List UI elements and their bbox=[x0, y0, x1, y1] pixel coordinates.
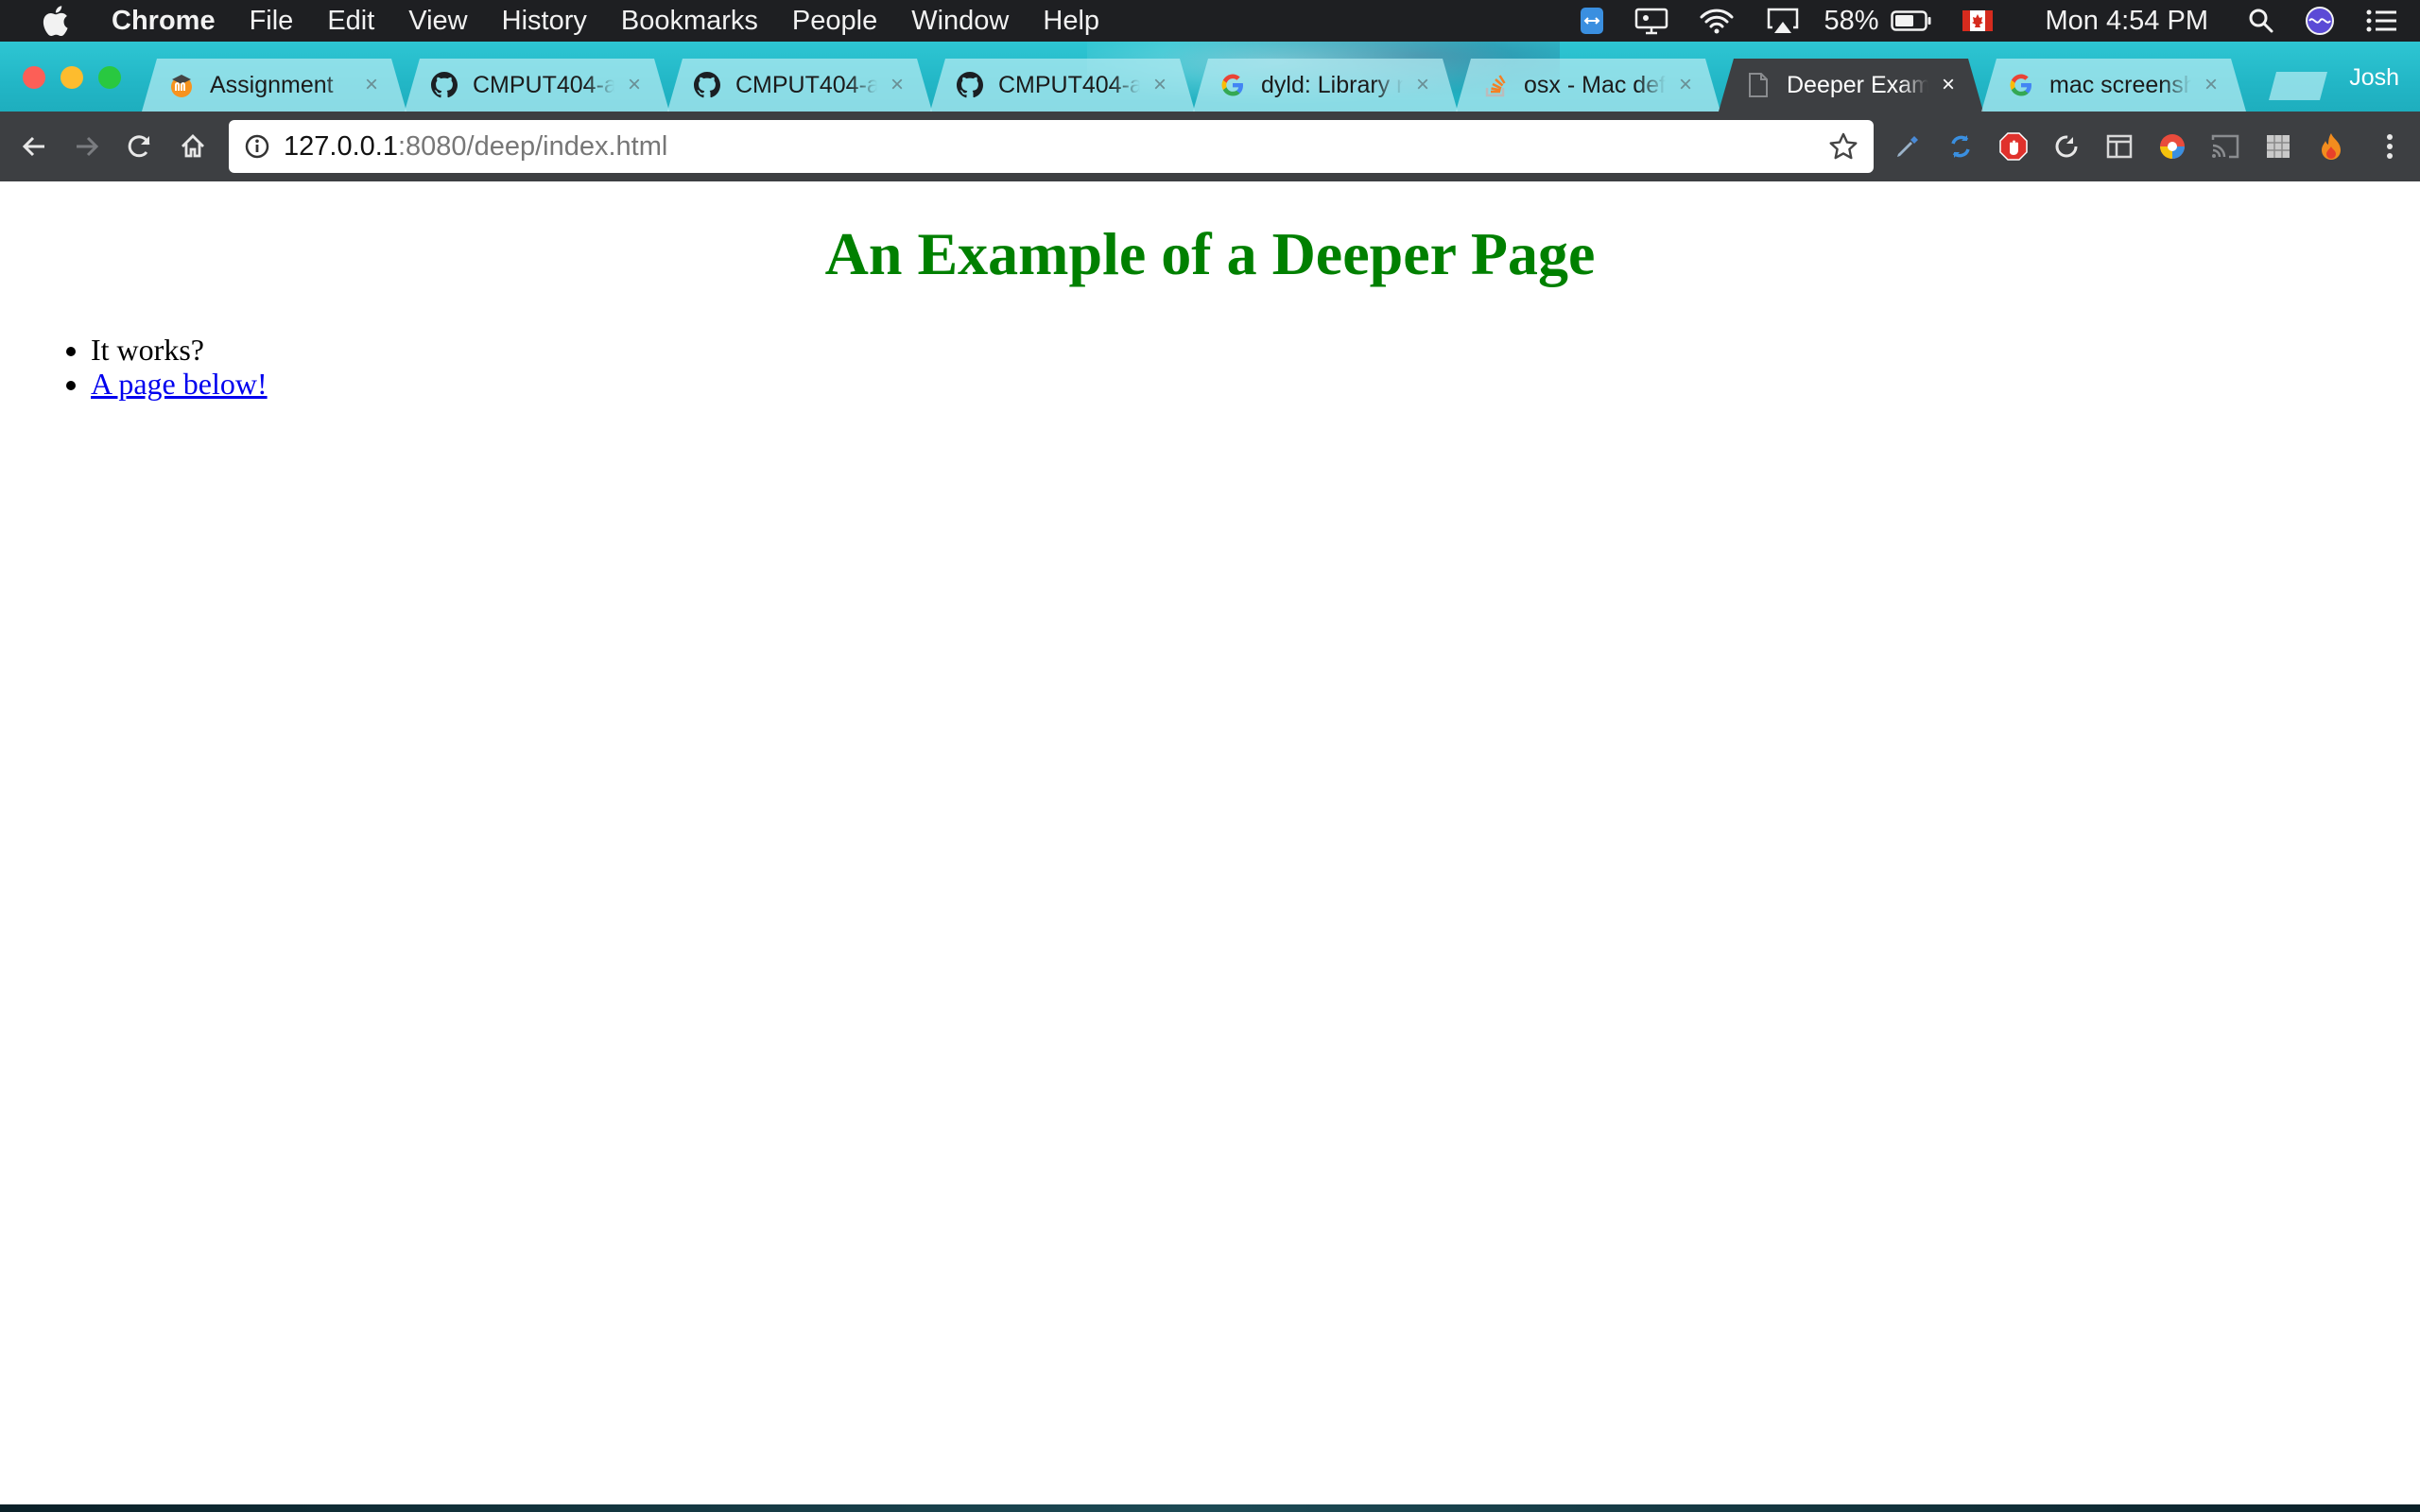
google-icon bbox=[1219, 72, 1246, 98]
battery-percent: 58% bbox=[1824, 5, 1879, 36]
github-icon bbox=[431, 72, 458, 98]
tab-title: CMPUT404-as bbox=[998, 71, 1140, 98]
menu-window[interactable]: Window bbox=[894, 6, 1026, 37]
tab-close-icon[interactable]: × bbox=[624, 72, 645, 97]
grid-extension-icon[interactable] bbox=[2252, 120, 2305, 173]
tab-cmput404-1[interactable]: CMPUT404-as × bbox=[405, 59, 669, 112]
menu-view[interactable]: View bbox=[391, 6, 484, 37]
window-zoom-button[interactable] bbox=[98, 66, 121, 89]
address-bar[interactable]: 127.0.0.1:8080/deep/index.html bbox=[229, 120, 1874, 173]
page-list: It works? A page below! bbox=[0, 333, 2420, 401]
clock[interactable]: Mon 4:54 PM bbox=[2008, 6, 2233, 37]
new-tab-button[interactable] bbox=[2269, 72, 2327, 100]
spotlight-search-icon[interactable] bbox=[2233, 0, 2290, 42]
tab-close-icon[interactable]: × bbox=[361, 72, 382, 97]
tab-title: Deeper Exampl bbox=[1787, 71, 1928, 98]
site-info-icon[interactable] bbox=[231, 120, 284, 173]
tab-close-icon[interactable]: × bbox=[1150, 72, 1170, 97]
tab-close-icon[interactable]: × bbox=[1412, 72, 1433, 97]
color-wheel-extension-icon[interactable] bbox=[2146, 120, 2199, 173]
menu-bookmarks[interactable]: Bookmarks bbox=[604, 6, 775, 37]
back-button[interactable] bbox=[8, 120, 60, 173]
window-minimize-button[interactable] bbox=[60, 66, 83, 89]
desktop-wallpaper-strip bbox=[0, 1504, 2420, 1512]
apple-menu-icon[interactable] bbox=[36, 2, 74, 40]
menu-chrome[interactable]: Chrome bbox=[100, 6, 233, 37]
tab-title: dyld: Library no bbox=[1261, 71, 1403, 98]
notification-center-icon[interactable] bbox=[2350, 0, 2420, 42]
home-button[interactable] bbox=[166, 120, 219, 173]
tab-dyld[interactable]: dyld: Library no × bbox=[1193, 59, 1458, 112]
tab-list: Assignment × CMPUT404-as × CMPUT404-as ×… bbox=[142, 59, 2244, 112]
tab-close-icon[interactable]: × bbox=[1675, 72, 1696, 97]
list-item-page-below: A page below! bbox=[91, 367, 2420, 401]
cast-icon[interactable] bbox=[2199, 120, 2252, 173]
airplay-icon[interactable] bbox=[1750, 0, 1816, 42]
github-icon bbox=[957, 72, 983, 98]
chrome-menu-icon[interactable] bbox=[2367, 120, 2412, 173]
tab-title: CMPUT404-as bbox=[473, 71, 614, 98]
menu-history[interactable]: History bbox=[485, 6, 604, 37]
tab-close-icon[interactable]: × bbox=[887, 72, 908, 97]
extension-icons bbox=[1881, 120, 2358, 173]
refresh-extension-icon[interactable] bbox=[2040, 120, 2093, 173]
tab-close-icon[interactable]: × bbox=[2201, 72, 2221, 97]
tab-title: mac screensho bbox=[2049, 71, 2191, 98]
eyedropper-extension-icon[interactable] bbox=[1881, 120, 1934, 173]
google-icon bbox=[2008, 72, 2034, 98]
stackoverflow-icon bbox=[1482, 72, 1509, 98]
tab-assignment[interactable]: Assignment × bbox=[142, 59, 406, 112]
status-area: 58% Mon 4:54 PM bbox=[1564, 0, 2420, 42]
menu-file[interactable]: File bbox=[233, 6, 311, 37]
sync-extension-icon[interactable] bbox=[1934, 120, 1987, 173]
tab-close-icon[interactable]: × bbox=[1938, 72, 1959, 97]
macos-menu-bar: Chrome File Edit View History Bookmarks … bbox=[0, 0, 2420, 42]
tab-title: CMPUT404-as bbox=[735, 71, 877, 98]
browser-toolbar: 127.0.0.1:8080/deep/index.html bbox=[0, 112, 2420, 181]
list-item-it-works: It works? bbox=[91, 333, 2420, 367]
layout-extension-icon[interactable] bbox=[2093, 120, 2146, 173]
canada-flag-icon[interactable] bbox=[1947, 0, 2008, 42]
teamviewer-icon[interactable] bbox=[1564, 0, 1619, 42]
menu-people[interactable]: People bbox=[775, 6, 894, 37]
tab-strip: Assignment × CMPUT404-as × CMPUT404-as ×… bbox=[0, 42, 2420, 112]
page-below-link[interactable]: A page below! bbox=[91, 367, 268, 401]
bookmark-star-icon[interactable] bbox=[1821, 120, 1866, 173]
display-icon[interactable] bbox=[1619, 0, 1684, 42]
github-icon bbox=[694, 72, 720, 98]
tab-title: Assignment bbox=[210, 71, 334, 98]
profile-button[interactable]: Josh bbox=[2349, 64, 2399, 92]
tab-osx-mac[interactable]: osx - Mac defa × bbox=[1456, 59, 1720, 112]
navigation-buttons bbox=[0, 120, 219, 173]
tab-mac-screenshot[interactable]: mac screensho × bbox=[1981, 59, 2246, 112]
document-icon bbox=[1745, 72, 1772, 98]
tab-deeper-example[interactable]: Deeper Exampl × bbox=[1719, 59, 1983, 112]
tab-title: osx - Mac defa bbox=[1524, 71, 1666, 98]
url-text[interactable]: 127.0.0.1:8080/deep/index.html bbox=[284, 131, 667, 163]
reload-button[interactable] bbox=[113, 120, 166, 173]
tab-cmput404-3[interactable]: CMPUT404-as × bbox=[930, 59, 1195, 112]
window-close-button[interactable] bbox=[23, 66, 45, 89]
fire-extension-icon[interactable] bbox=[2305, 120, 2358, 173]
menu-help[interactable]: Help bbox=[1026, 6, 1116, 37]
siri-icon[interactable] bbox=[2290, 0, 2350, 42]
page-viewport: An Example of a Deeper Page It works? A … bbox=[0, 181, 2420, 1504]
moodle-icon bbox=[168, 72, 195, 98]
adblock-extension-icon[interactable] bbox=[1987, 120, 2040, 173]
url-host: 127.0.0.1 bbox=[284, 130, 398, 162]
battery-icon[interactable] bbox=[1887, 0, 1947, 42]
menu-edit[interactable]: Edit bbox=[310, 6, 391, 37]
tab-cmput404-2[interactable]: CMPUT404-as × bbox=[667, 59, 932, 112]
url-path: :8080/deep/index.html bbox=[397, 130, 668, 162]
page-heading: An Example of a Deeper Page bbox=[824, 220, 1596, 287]
forward-button[interactable] bbox=[60, 120, 113, 173]
wifi-icon[interactable] bbox=[1684, 0, 1750, 42]
list-item-text: It works? bbox=[91, 333, 204, 367]
